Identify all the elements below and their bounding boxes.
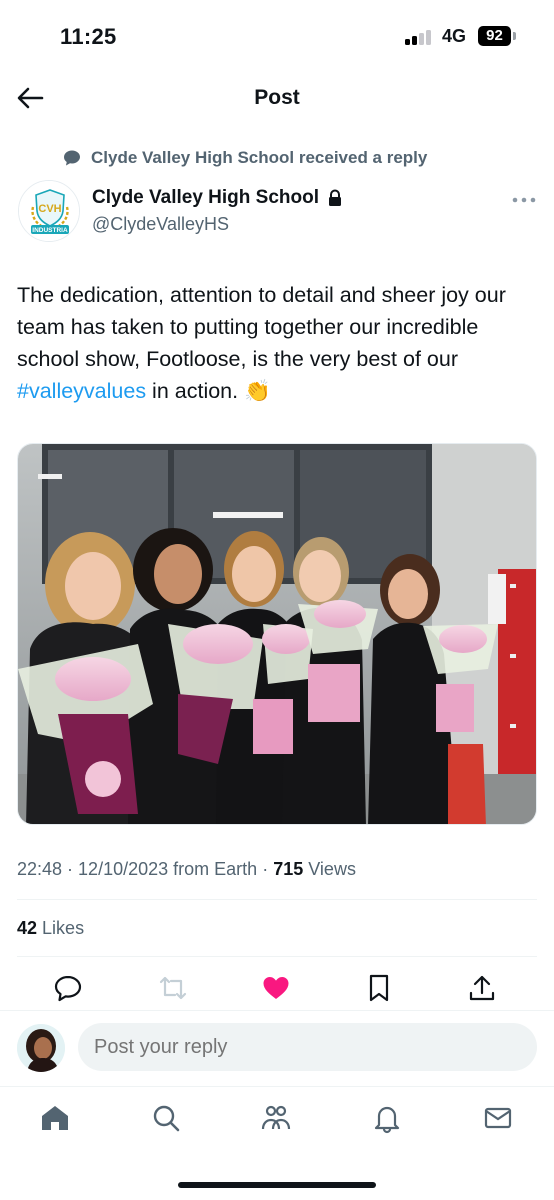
divider	[17, 899, 537, 900]
communities-icon	[261, 1105, 291, 1130]
author-handle[interactable]: @ClydeValleyHS	[92, 214, 229, 235]
clapping-hands-emoji: 👏	[244, 379, 271, 403]
tab-home[interactable]	[38, 1101, 72, 1135]
reply-button[interactable]	[52, 972, 84, 1004]
repost-button[interactable]	[157, 972, 189, 1004]
meta-separator: ·	[257, 859, 274, 879]
group-photo-image	[18, 444, 536, 824]
likes-label: Likes	[42, 918, 85, 938]
speech-bubble-icon	[64, 150, 80, 166]
search-icon	[153, 1105, 180, 1132]
bookmark-button[interactable]	[363, 972, 395, 1004]
reply-input[interactable]	[78, 1023, 537, 1071]
likes-summary[interactable]: 42 Likes	[17, 918, 84, 939]
home-icon	[42, 1106, 68, 1130]
tab-search[interactable]	[149, 1101, 183, 1135]
more-dots-icon	[512, 197, 536, 203]
network-type: 4G	[442, 26, 467, 46]
svg-text:CVH: CVH	[38, 203, 61, 215]
home-indicator[interactable]	[178, 1182, 376, 1188]
bookmark-icon	[369, 974, 389, 1002]
post-actions	[0, 972, 554, 1008]
post-meta: 22:48 · 12/10/2023 from Earth · 715 View…	[17, 859, 356, 880]
user-avatar-image	[17, 1024, 65, 1072]
status-time: 11:25	[60, 24, 117, 49]
post-text-tail: in action.	[146, 379, 245, 403]
reply-bar	[0, 1010, 554, 1086]
notifications-icon	[374, 1106, 400, 1134]
hashtag-link[interactable]: #valleyvalues	[17, 379, 146, 403]
current-user-avatar[interactable]	[17, 1024, 65, 1072]
tab-communities[interactable]	[259, 1101, 293, 1135]
svg-text:INDUSTRIA: INDUSTRIA	[32, 227, 68, 234]
post-source: from Earth	[173, 859, 258, 879]
lock-icon	[329, 189, 342, 206]
status-bar: 11:25 4G 92	[0, 0, 554, 72]
battery-indicator: 92	[478, 26, 511, 46]
views-label[interactable]: Views	[308, 859, 356, 879]
repost-icon	[159, 976, 187, 1000]
school-crest-logo: CVH INDUSTRIA	[19, 181, 79, 241]
author-avatar[interactable]: CVH INDUSTRIA	[18, 180, 80, 242]
post-text: The dedication, attention to detail and …	[17, 279, 537, 407]
share-icon	[469, 975, 495, 1001]
author-name-row[interactable]: Clyde Valley High School	[92, 187, 343, 209]
context-text: Clyde Valley High School received a repl…	[91, 148, 428, 167]
author-name: Clyde Valley High School	[92, 187, 320, 208]
post-header: Post	[0, 72, 554, 126]
post-photo[interactable]	[17, 443, 537, 825]
more-options-button[interactable]	[510, 190, 538, 210]
post-time: 22:48	[17, 859, 63, 879]
views-count: 715	[273, 859, 304, 879]
battery-cap-icon	[513, 32, 516, 40]
reply-icon	[54, 975, 82, 1002]
divider	[17, 956, 537, 957]
tab-notifications[interactable]	[370, 1101, 404, 1135]
heart-filled-icon	[263, 977, 289, 999]
post-date: 12/10/2023	[78, 859, 169, 879]
meta-separator: ·	[62, 859, 79, 879]
messages-icon	[484, 1107, 512, 1129]
reply-context[interactable]: Clyde Valley High School received a repl…	[62, 146, 427, 170]
tab-messages[interactable]	[481, 1101, 515, 1135]
like-button[interactable]	[260, 972, 292, 1004]
post-text-main: The dedication, attention to detail and …	[17, 283, 506, 371]
page-title: Post	[254, 86, 300, 109]
cellular-signal-icon	[405, 29, 435, 45]
likes-count: 42	[17, 918, 38, 938]
share-button[interactable]	[466, 972, 498, 1004]
